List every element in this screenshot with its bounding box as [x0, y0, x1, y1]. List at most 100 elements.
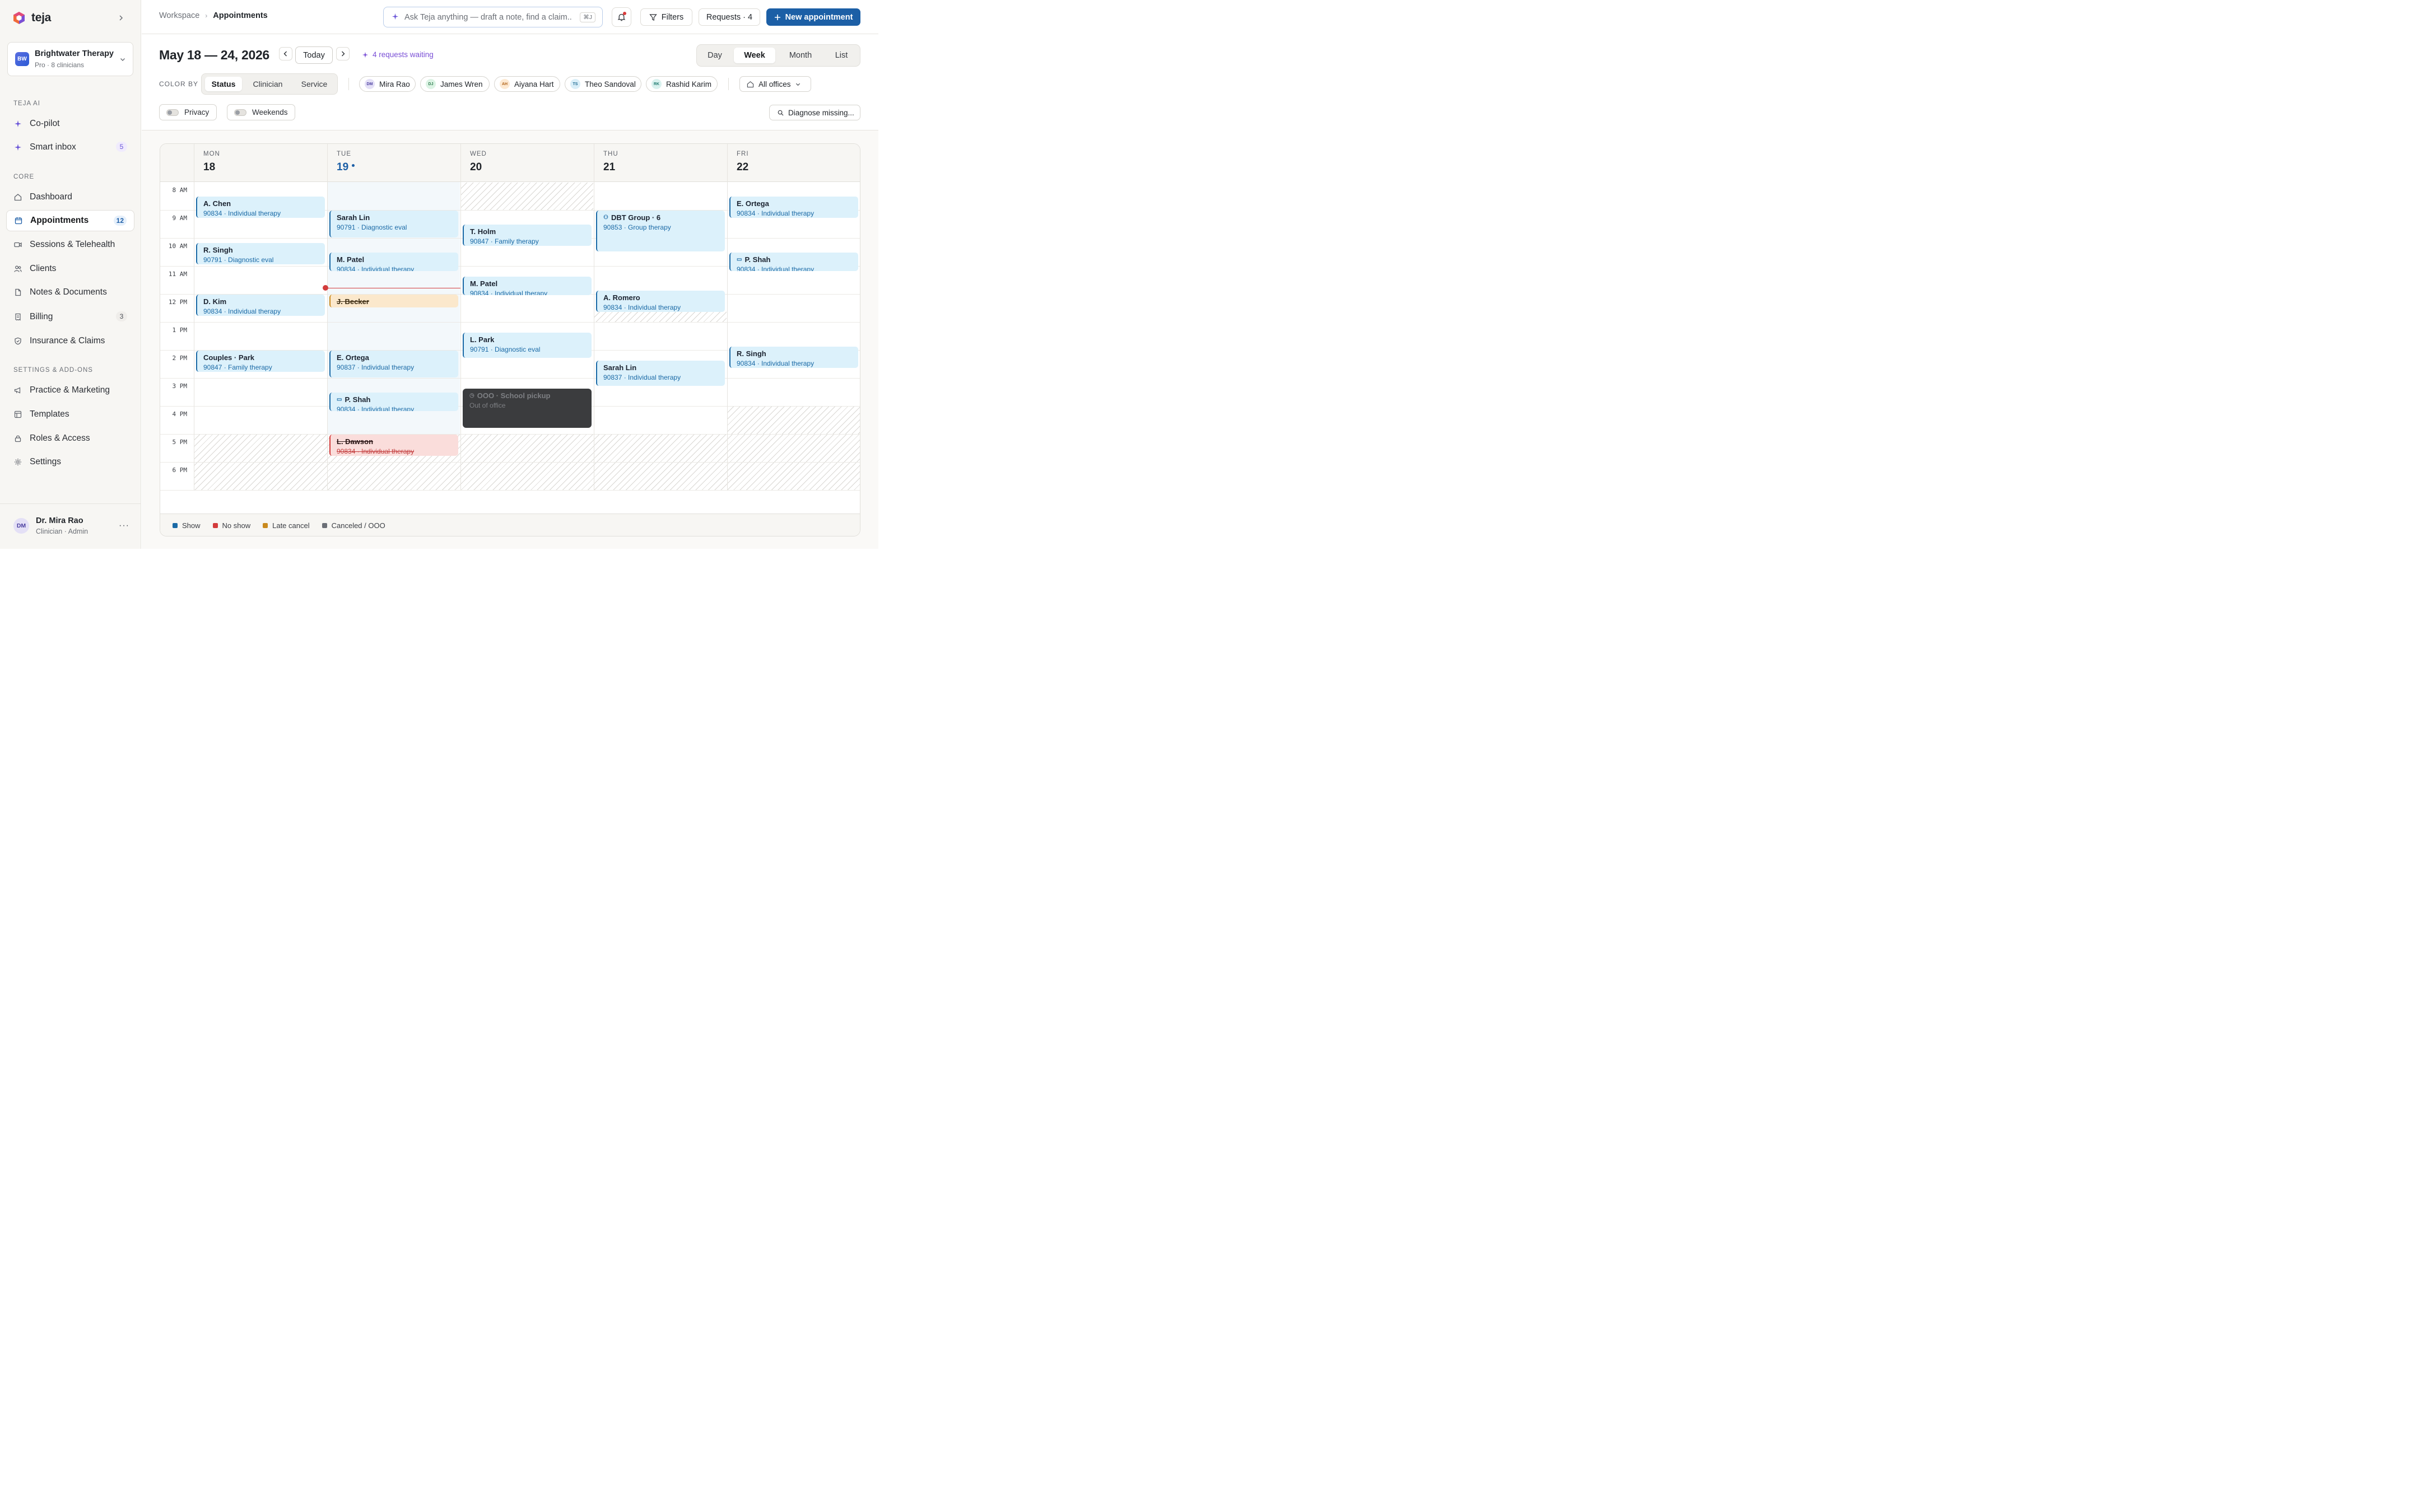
sidebar-item-appointments[interactable]: Appointments 12: [6, 210, 134, 231]
day-number: 19: [337, 161, 355, 174]
brand[interactable]: teja: [12, 10, 51, 26]
next-week-button[interactable]: [336, 47, 350, 60]
sidebar-item-label: Notes & Documents: [30, 287, 107, 297]
day-header-mon[interactable]: MON 18: [194, 144, 327, 182]
megaphone-icon: [13, 386, 22, 395]
appointment-show[interactable]: Sarah Lin 90791 · Diagnostic eval: [329, 211, 458, 237]
appointment-show[interactable]: M. Patel 90834 · Individual therapy: [329, 253, 458, 271]
appointment-show[interactable]: M. Patel 90834 · Individual therapy: [463, 276, 592, 295]
clinician-chip-rashid-karim[interactable]: RK Rashid Karim: [646, 76, 718, 92]
view-day[interactable]: Day: [701, 48, 728, 63]
day-header-fri[interactable]: FRI 22: [727, 144, 860, 182]
sparkle-icon: [392, 13, 399, 22]
today-button[interactable]: Today: [295, 46, 333, 64]
appointment-service: 90834 · Individual therapy: [337, 265, 415, 271]
ask-teja-input[interactable]: [404, 12, 573, 22]
color-by-clinician[interactable]: Clinician: [246, 77, 289, 91]
weekends-label: Weekends: [252, 108, 288, 116]
sidebar-item-clients[interactable]: Clients: [6, 258, 134, 279]
legend-label: Canceled / OOO: [331, 521, 385, 530]
appointment-title: L. Park: [470, 335, 592, 344]
filters-button[interactable]: Filters: [640, 8, 692, 26]
appointment-ooo[interactable]: ◷ OOO · School pickup Out of office: [463, 388, 592, 428]
sidebar-item-dashboard[interactable]: Dashboard: [6, 186, 134, 208]
day-name: FRI: [737, 151, 749, 157]
appointment-title: Sarah Lin: [603, 363, 725, 372]
legend-item: Show: [173, 521, 201, 530]
appointment-show[interactable]: ▭ P. Shah 90834 · Individual therapy: [729, 253, 858, 271]
appointment-show[interactable]: D. Kim 90834 · Individual therapy: [196, 295, 325, 316]
appointment-client: D. Kim: [203, 297, 227, 306]
breadcrumb-workspace[interactable]: Workspace: [159, 11, 199, 20]
sidebar-item-smart-inbox[interactable]: Smart inbox 5: [6, 137, 134, 158]
appointment-show[interactable]: T. Holm 90847 · Family therapy: [463, 225, 592, 246]
clinician-name: James Wren: [440, 80, 483, 88]
day-header-wed[interactable]: WED 20: [460, 144, 594, 182]
user-profile[interactable]: DM Dr. Mira Rao Clinician · Admin ···: [0, 503, 141, 549]
clinician-chip-theo-sandoval[interactable]: TS Theo Sandoval: [565, 76, 641, 92]
appointment-noshow[interactable]: L. Dawson 90834 · Individual therapy: [329, 435, 458, 456]
privacy-toggle[interactable]: Privacy: [159, 104, 217, 120]
sidebar-item-label: Settings: [30, 457, 62, 466]
view-list[interactable]: List: [827, 48, 856, 63]
color-by-service[interactable]: Service: [295, 77, 334, 91]
clock-icon: ◷: [469, 392, 474, 399]
appointment-service: 90834 · Individual therapy: [470, 289, 548, 295]
sidebar-item-billing[interactable]: Billing 3: [6, 306, 134, 328]
sidebar-item-copilot[interactable]: Co-pilot: [6, 113, 134, 134]
day-number-text: 21: [603, 161, 616, 173]
day-number: 20: [470, 161, 482, 174]
day-header-thu[interactable]: THU 21: [594, 144, 727, 182]
prev-week-button[interactable]: [279, 47, 292, 60]
sidebar-item-sessions[interactable]: Sessions & Telehealth: [6, 234, 134, 255]
day-header-tue[interactable]: TUE 19: [327, 144, 460, 182]
sidebar-item-insurance[interactable]: Insurance & Claims: [6, 330, 134, 352]
sparkle-icon: [13, 119, 22, 128]
new-appointment-button[interactable]: New appointment: [766, 8, 860, 26]
appointment-show[interactable]: A. Chen 90834 · Individual therapy: [196, 197, 325, 218]
appointment-show[interactable]: ▭ P. Shah 90834 · Individual therapy: [329, 393, 458, 411]
offices-dropdown[interactable]: All offices: [739, 76, 811, 92]
appointment-show[interactable]: Couples · Park 90847 · Family therapy: [196, 351, 325, 372]
clinician-chip-aiyana-hart[interactable]: AH Aiyana Hart: [494, 76, 560, 92]
sidebar-item-notes[interactable]: Notes & Documents: [6, 282, 134, 303]
org-switcher[interactable]: BW Brightwater Therapy Pro · 8 clinician…: [7, 42, 133, 76]
diagnose-missing-button[interactable]: Diagnose missing...: [769, 105, 860, 120]
appointment-client: E. Ortega: [337, 353, 369, 362]
appointment-client: DBT Group · 6: [611, 213, 661, 222]
appointment-client: Sarah Lin: [603, 363, 637, 372]
legend-item: No show: [212, 521, 250, 530]
appointment-show[interactable]: L. Park 90791 · Diagnostic eval: [463, 332, 592, 358]
more-icon[interactable]: ···: [119, 521, 129, 531]
chevron-right-icon[interactable]: [115, 12, 127, 24]
view-month[interactable]: Month: [781, 48, 820, 63]
requests-waiting-link[interactable]: 4 requests waiting: [362, 50, 434, 59]
notifications-button[interactable]: [612, 7, 631, 27]
sidebar-item-settings[interactable]: Settings: [6, 451, 134, 473]
day-number-text: 20: [470, 161, 482, 173]
view-week[interactable]: Week: [734, 48, 775, 63]
color-by-status[interactable]: Status: [205, 77, 242, 91]
appointment-show[interactable]: R. Singh 90791 · Diagnostic eval: [196, 242, 325, 264]
weekends-toggle[interactable]: Weekends: [227, 104, 295, 120]
appointment-show[interactable]: Sarah Lin 90837 · Individual therapy: [596, 360, 725, 386]
hour-label: 4 PM: [172, 410, 188, 418]
sidebar-item-label: Templates: [30, 409, 69, 419]
sidebar-item-templates[interactable]: Templates: [6, 404, 134, 425]
sidebar-item-roles[interactable]: Roles & Access: [6, 428, 134, 449]
appointment-show[interactable]: ⚇ DBT Group · 6 90853 · Group therapy: [596, 211, 725, 251]
appointment-show[interactable]: E. Ortega 90834 · Individual therapy: [729, 197, 858, 218]
clinician-chip-james-wren[interactable]: DJ James Wren: [420, 76, 490, 92]
ask-teja-box[interactable]: ⌘J: [383, 7, 603, 27]
requests-button[interactable]: Requests · 4: [699, 8, 760, 26]
appointment-show[interactable]: A. Romero 90834 · Individual therapy: [596, 290, 725, 312]
appointment-client: A. Romero: [603, 293, 640, 302]
hour-label: 10 AM: [168, 242, 187, 250]
appointment-late[interactable]: J. Becker: [329, 295, 458, 307]
day-number: 21: [603, 161, 615, 174]
appointment-show[interactable]: E. Ortega 90837 · Individual therapy: [329, 351, 458, 377]
clinician-chip-mira-rao[interactable]: DM Mira Rao: [359, 76, 416, 92]
sidebar-item-practice[interactable]: Practice & Marketing: [6, 380, 134, 401]
appointment-show[interactable]: R. Singh 90834 · Individual therapy: [729, 346, 858, 368]
unavailable-block: [194, 435, 860, 491]
